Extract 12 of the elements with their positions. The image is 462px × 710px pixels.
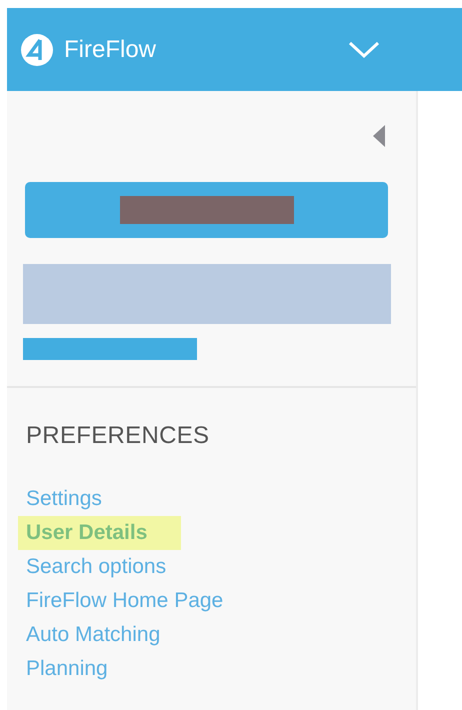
logo-icon — [20, 32, 54, 66]
section-title: PREFERENCES — [26, 422, 210, 450]
preference-link[interactable]: Planning — [18, 652, 142, 686]
preference-link[interactable]: User Details — [18, 516, 182, 550]
chevron-down-icon[interactable] — [348, 40, 380, 58]
preference-link[interactable]: Search options — [18, 550, 200, 584]
app-name: FireFlow — [64, 36, 156, 64]
preference-link[interactable]: FireFlow Home Page — [18, 584, 258, 618]
redacted-button[interactable] — [25, 182, 388, 238]
preference-link[interactable]: Settings — [18, 482, 136, 516]
collapse-triangle-icon[interactable] — [373, 125, 385, 147]
preference-link[interactable]: Auto Matching — [18, 618, 194, 652]
